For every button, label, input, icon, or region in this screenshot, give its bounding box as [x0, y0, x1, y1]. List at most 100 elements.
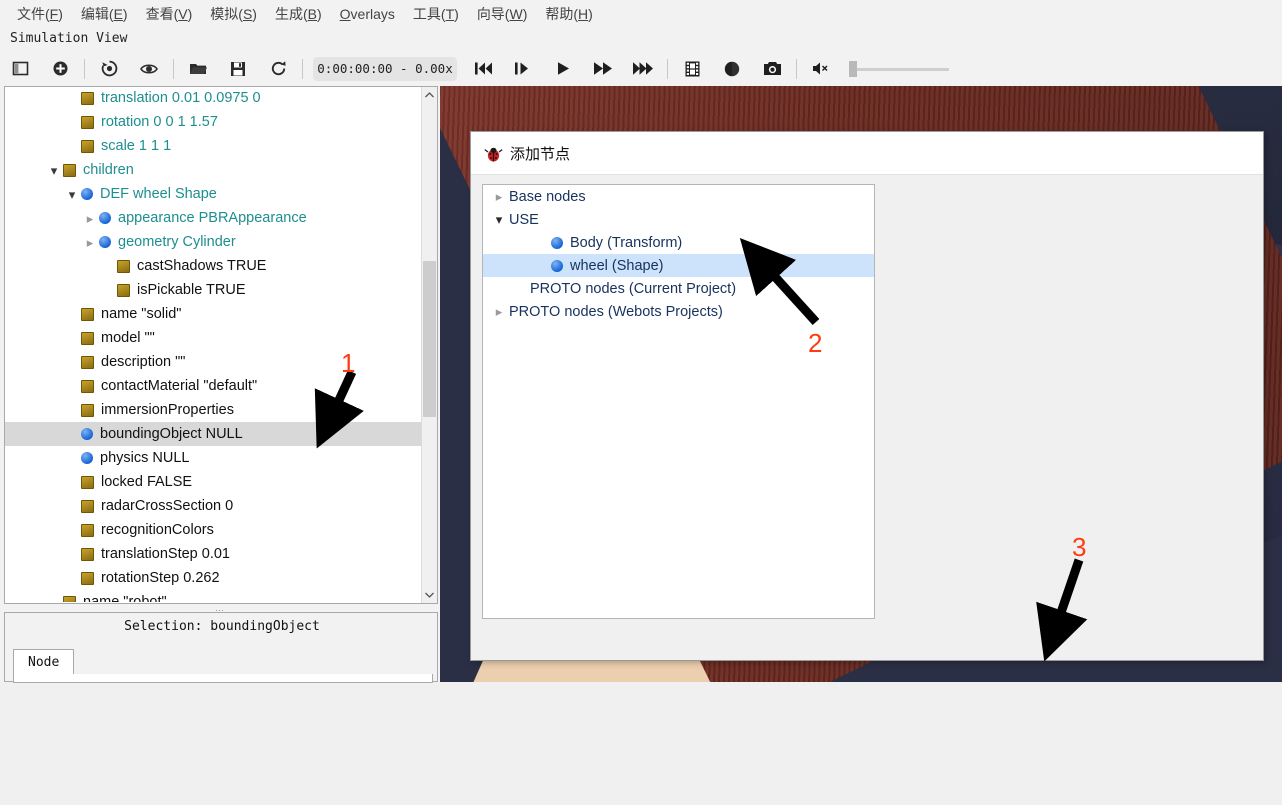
add-node-icon[interactable] [40, 53, 80, 84]
tree-row[interactable]: ▾ DEF wheel Shape [5, 182, 423, 206]
node-sphere-icon [551, 259, 563, 272]
tree-row[interactable]: rotationStep 0.262 [5, 566, 423, 590]
tree-row[interactable]: physics NULL [5, 446, 423, 470]
tree-row-label: scale 1 1 1 [101, 138, 172, 154]
tree-row-label: children [83, 162, 134, 178]
menu-item-4[interactable]: 生成(B) [266, 1, 331, 27]
field-cube-icon [63, 595, 76, 602]
menu-item-6[interactable]: 工具(T) [404, 1, 468, 27]
chevron-right-icon[interactable]: ▸ [489, 304, 509, 320]
make-movie-icon[interactable] [672, 53, 712, 84]
tree-row-label: castShadows TRUE [137, 258, 267, 274]
view-icon[interactable] [129, 53, 169, 84]
toggle-sidebar-icon[interactable] [0, 53, 40, 84]
tree-row[interactable]: translationStep 0.01 [5, 542, 423, 566]
node-tree-row[interactable]: ▸ Base nodes [483, 185, 874, 208]
add-node-dialog[interactable]: 添加节点 ? ✕ ▸Base nodes▾USEBody (Transform)… [470, 131, 1264, 661]
reload-world-icon[interactable] [89, 53, 129, 84]
step-forward-icon[interactable] [503, 53, 543, 84]
fast-forward-icon[interactable] [583, 53, 623, 84]
node-tree-row-label: wheel (Shape) [570, 257, 664, 274]
chevron-right-icon[interactable]: ▸ [489, 189, 509, 205]
tree-row[interactable]: contactMaterial "default" [5, 374, 423, 398]
chevron-right-icon[interactable]: ▸ [81, 236, 99, 249]
tab-node[interactable]: Node [13, 649, 75, 675]
tree-row-label: name "solid" [101, 306, 182, 322]
field-cube-icon [81, 91, 94, 105]
tree-row[interactable]: name "solid" [5, 302, 423, 326]
menu-item-8[interactable]: 帮助(H) [536, 1, 601, 27]
node-tree-row[interactable]: ▸ PROTO nodes (Webots Projects) [483, 300, 874, 323]
menu-item-0[interactable]: 文件(F) [8, 1, 72, 27]
reset-simulation-icon[interactable] [258, 53, 298, 84]
tree-row-label: appearance PBRAppearance [118, 210, 307, 226]
field-cube-icon [81, 115, 94, 129]
screenshot-icon[interactable] [752, 53, 792, 84]
tree-row[interactable]: description "" [5, 350, 423, 374]
node-tree-row[interactable]: PROTO nodes (Current Project) [483, 277, 874, 300]
record-icon[interactable] [712, 53, 752, 84]
scrollbar-thumb[interactable] [423, 261, 436, 417]
scene-tree-scrollbar[interactable] [421, 87, 437, 603]
field-cube-icon [81, 475, 94, 489]
tree-row-label: geometry Cylinder [118, 234, 236, 250]
tree-row[interactable]: ▸ appearance PBRAppearance [5, 206, 423, 230]
scene-tree-panel[interactable]: translation 0.01 0.0975 0 rotation 0 0 1 … [4, 86, 438, 604]
chevron-down-icon[interactable]: ▾ [63, 188, 81, 201]
simulation-time-display[interactable]: 0:00:00:00 - 0.00x [313, 56, 457, 81]
webots-bug-icon [484, 145, 503, 162]
chevron-right-icon[interactable]: ▸ [81, 212, 99, 225]
tree-row[interactable]: locked FALSE [5, 470, 423, 494]
volume-thumb[interactable] [849, 60, 857, 77]
tree-row[interactable]: rotation 0 0 1 1.57 [5, 110, 423, 134]
node-type-tree[interactable]: ▸ Base nodes ▾ USE Body (Transform) wheel (Sh… [482, 184, 875, 619]
chevron-down-icon[interactable]: ▾ [45, 164, 63, 177]
tree-row[interactable]: boundingObject NULL [5, 422, 423, 446]
run-icon[interactable] [623, 53, 663, 84]
node-tree-row[interactable]: wheel (Shape) [483, 254, 874, 277]
tree-row-label: isPickable TRUE [137, 282, 246, 298]
node-tree-row[interactable]: Body (Transform) [483, 231, 874, 254]
sound-mute-icon[interactable] [801, 53, 841, 84]
scene-tree-list[interactable]: translation 0.01 0.0975 0 rotation 0 0 1 … [5, 87, 423, 602]
scrollbar-up-arrow[interactable] [422, 87, 437, 103]
tree-row[interactable]: castShadows TRUE [5, 254, 423, 278]
field-cube-icon [81, 355, 94, 369]
tree-row-label: description "" [101, 354, 186, 370]
play-icon[interactable] [543, 53, 583, 84]
tree-row[interactable]: ▸ geometry Cylinder [5, 230, 423, 254]
tree-row[interactable]: recognitionColors [5, 518, 423, 542]
menu-item-5[interactable]: Overlays [331, 3, 404, 25]
tree-row-label: name "robot" [83, 594, 167, 602]
tree-row[interactable]: ▾ children [5, 158, 423, 182]
tree-row[interactable]: translation 0.01 0.0975 0 [5, 87, 423, 110]
tree-row[interactable]: radarCrossSection 0 [5, 494, 423, 518]
menu-item-2[interactable]: 查看(V) [137, 1, 202, 27]
volume-slider[interactable] [849, 59, 949, 79]
step-back-icon[interactable] [463, 53, 503, 84]
menu-item-7[interactable]: 向导(W) [468, 1, 537, 27]
tree-row-label: radarCrossSection 0 [101, 498, 234, 514]
menu-item-1[interactable]: 编辑(E) [72, 1, 137, 27]
selection-label: Selection: boundingObject [124, 619, 320, 634]
selection-tabstrip[interactable]: Node [13, 649, 75, 675]
annotation-number-3: 3 [1072, 532, 1087, 562]
field-cube-icon [81, 547, 94, 561]
tree-row[interactable]: scale 1 1 1 [5, 134, 423, 158]
open-world-icon[interactable] [178, 53, 218, 84]
tree-row-label: immersionProperties [101, 402, 234, 418]
tree-row[interactable]: model "" [5, 326, 423, 350]
node-tree-row-label: PROTO nodes (Webots Projects) [509, 303, 723, 320]
node-tree-row-label: Body (Transform) [570, 234, 683, 251]
node-tree-row[interactable]: ▾ USE [483, 208, 874, 231]
tree-row[interactable]: name "robot" [5, 590, 423, 602]
menu-item-3[interactable]: 模拟(S) [201, 1, 266, 27]
chevron-down-icon[interactable]: ▾ [489, 212, 509, 228]
tree-row[interactable]: immersionProperties [5, 398, 423, 422]
scrollbar-down-arrow[interactable] [422, 587, 437, 603]
node-sphere-icon [99, 212, 111, 224]
field-cube-icon [117, 259, 130, 273]
tree-row[interactable]: isPickable TRUE [5, 278, 423, 302]
save-world-icon[interactable] [218, 53, 258, 84]
tree-row-label: model "" [101, 330, 155, 346]
